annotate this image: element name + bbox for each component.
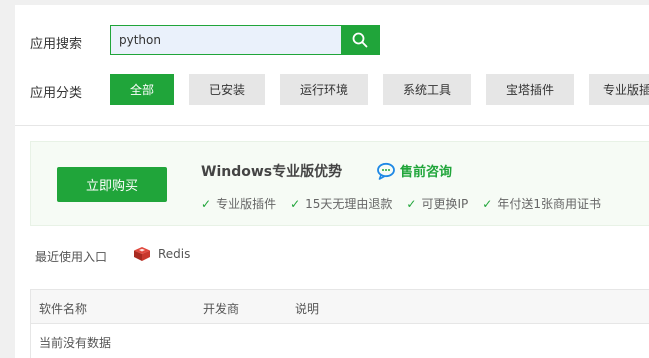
feature-label: 年付送1张商用证书 xyxy=(497,197,601,211)
software-table: 软件名称 开发商 说明 当前没有数据 xyxy=(30,289,649,358)
search-input[interactable] xyxy=(111,26,342,54)
search-box xyxy=(110,25,380,55)
redis-icon xyxy=(134,247,150,261)
category-tab-bt-plugins[interactable]: 宝塔插件 xyxy=(486,74,574,105)
buy-now-button[interactable]: 立即购买 xyxy=(57,167,167,202)
chat-icon xyxy=(377,162,395,180)
software-store-panel: 应用搜索 应用分类 全部 已安装 运行环境 系统工具 宝塔插件 专业版插件 立即… xyxy=(15,5,649,358)
search-button[interactable] xyxy=(341,26,379,54)
empty-state-text: 当前没有数据 xyxy=(39,336,112,350)
feature-label: 15天无理由退款 xyxy=(305,197,393,211)
category-tab-system-tools[interactable]: 系统工具 xyxy=(383,74,471,105)
presales-consult-link[interactable]: 售前咨询 xyxy=(376,161,452,180)
category-tab-all[interactable]: 全部 xyxy=(110,74,174,105)
feature-item: ✓ 可更换IP xyxy=(406,195,468,212)
promo-banner: 立即购买 Windows专业版优势 售前咨询 ✓ 专业版插件 ✓ 15天无理由退… xyxy=(30,141,649,226)
check-icon: ✓ xyxy=(406,196,417,211)
category-label: 应用分类 xyxy=(30,86,83,101)
search-label: 应用搜索 xyxy=(30,37,83,52)
table-empty-row: 当前没有数据 xyxy=(31,324,649,358)
recent-item-redis[interactable]: Redis xyxy=(133,246,190,262)
check-icon: ✓ xyxy=(201,196,212,211)
category-tab-pro-plugins[interactable]: 专业版插件 xyxy=(589,74,649,105)
feature-item: ✓ 专业版插件 xyxy=(201,195,276,212)
column-header-name[interactable]: 软件名称 xyxy=(39,300,87,317)
presales-consult-label: 售前咨询 xyxy=(400,165,453,180)
promo-title: Windows专业版优势 xyxy=(201,164,343,180)
recent-entries-label: 最近使用入口 xyxy=(35,250,108,264)
promo-features: ✓ 专业版插件 ✓ 15天无理由退款 ✓ 可更换IP ✓ 年付送1张商用证书 xyxy=(201,195,601,212)
check-icon: ✓ xyxy=(290,196,301,211)
recent-item-label: Redis xyxy=(158,247,191,261)
table-header: 软件名称 开发商 说明 xyxy=(31,290,649,324)
search-icon xyxy=(352,32,368,48)
divider xyxy=(15,125,649,126)
column-header-developer[interactable]: 开发商 xyxy=(203,300,239,317)
column-header-description[interactable]: 说明 xyxy=(295,300,319,317)
category-tabs: 全部 已安装 运行环境 系统工具 宝塔插件 专业版插件 xyxy=(110,74,649,105)
check-icon: ✓ xyxy=(482,196,493,211)
category-tab-runtime[interactable]: 运行环境 xyxy=(280,74,368,105)
category-tab-installed[interactable]: 已安装 xyxy=(189,74,265,105)
feature-label: 专业版插件 xyxy=(216,197,277,211)
feature-item: ✓ 15天无理由退款 xyxy=(290,195,392,212)
feature-item: ✓ 年付送1张商用证书 xyxy=(482,195,601,212)
feature-label: 可更换IP xyxy=(421,197,469,211)
